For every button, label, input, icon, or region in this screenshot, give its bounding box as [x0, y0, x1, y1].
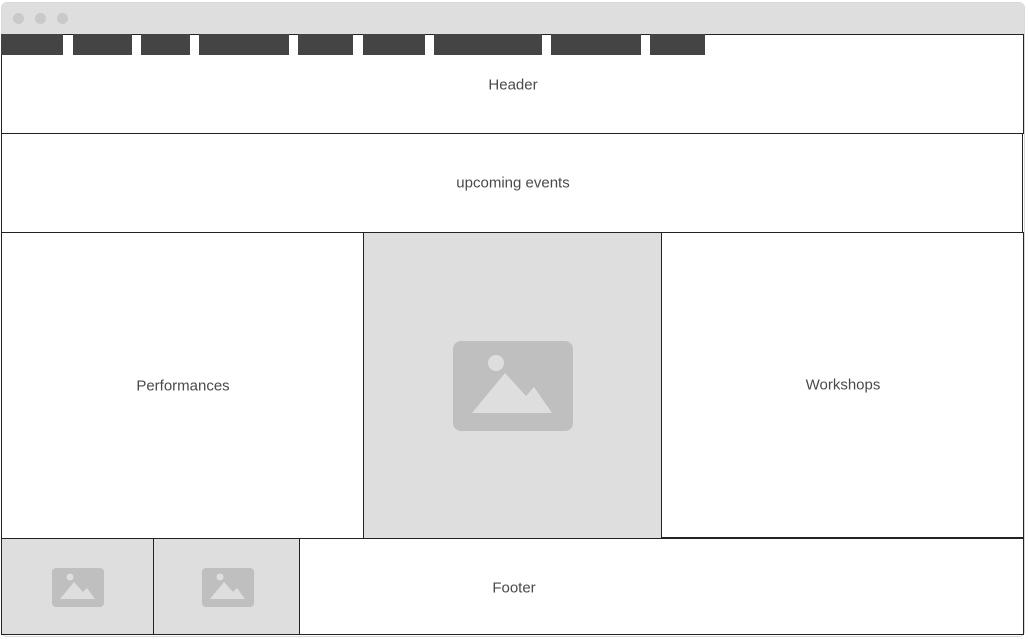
nav-tab-4[interactable]	[199, 34, 289, 55]
image-placeholder-icon	[52, 568, 104, 607]
nav-tab-1[interactable]	[1, 34, 63, 55]
nav-tab-2[interactable]	[73, 34, 132, 55]
window-titlebar	[2, 3, 1024, 36]
nav-tab-6[interactable]	[363, 34, 425, 55]
nav-tab-8[interactable]	[551, 34, 641, 55]
image-placeholder-icon	[453, 341, 573, 431]
nav-tab-9[interactable]	[650, 34, 705, 55]
footer-image-placeholder-right	[153, 538, 300, 635]
maximize-dot[interactable]	[57, 13, 68, 24]
footer-label: Footer	[492, 579, 536, 597]
header-label: Header	[488, 76, 538, 94]
nav-tab-5[interactable]	[298, 34, 353, 55]
hero-image-placeholder	[363, 232, 662, 539]
nav-tab-3[interactable]	[141, 34, 190, 55]
image-placeholder-icon	[202, 568, 254, 607]
close-dot[interactable]	[13, 13, 24, 24]
performances-label: Performances	[136, 377, 230, 395]
nav-tab-7[interactable]	[434, 34, 542, 55]
minimize-dot[interactable]	[35, 13, 46, 24]
upcoming-events-section: upcoming events	[1, 133, 1023, 233]
workshops-section: Workshops	[661, 232, 1024, 538]
upcoming-events-label: upcoming events	[456, 174, 570, 192]
performances-section: Performances	[1, 232, 364, 539]
footer-image-placeholder-left	[1, 538, 154, 635]
workshops-label: Workshops	[805, 376, 881, 394]
